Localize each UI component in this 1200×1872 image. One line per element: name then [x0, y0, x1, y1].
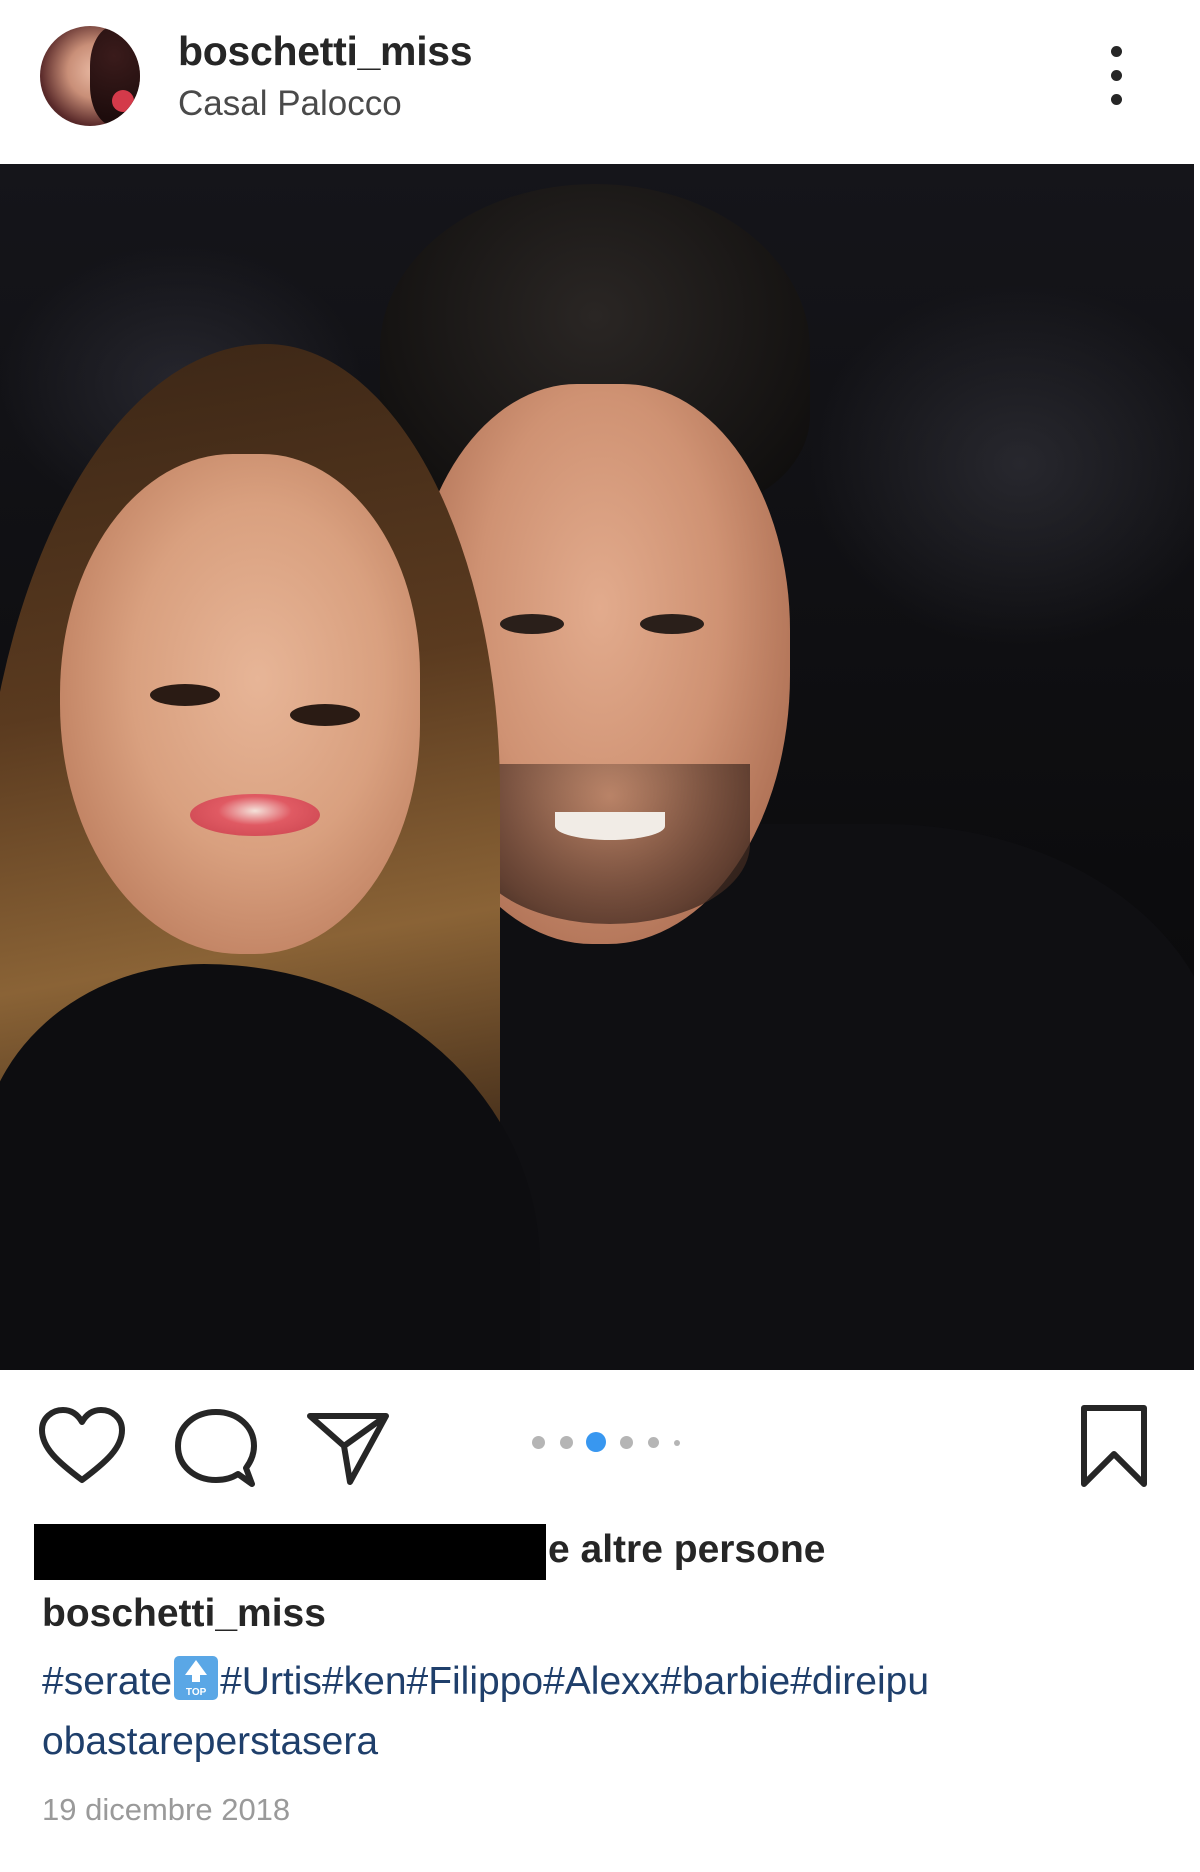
avatar[interactable]	[40, 26, 140, 126]
woman-eye-left	[150, 684, 220, 706]
comment-icon[interactable]	[174, 1408, 258, 1490]
carousel-dot	[560, 1436, 573, 1449]
more-dot	[1111, 94, 1122, 105]
woman-eye-right	[290, 704, 360, 726]
avatar-hair	[90, 26, 140, 126]
carousel-dot	[532, 1436, 545, 1449]
top-emoji-label: TOP	[185, 1687, 207, 1698]
carousel-dot-active	[586, 1432, 606, 1452]
likes-row: e altre persone	[34, 1524, 894, 1582]
bookmark-icon[interactable]	[1078, 1404, 1150, 1490]
man-eye-right	[640, 614, 704, 634]
man-beard	[470, 764, 750, 924]
post-location[interactable]: Casal Palocco	[178, 84, 402, 124]
more-dot	[1111, 70, 1122, 81]
caption-username[interactable]: boschetti_miss	[42, 1592, 326, 1636]
post-photo[interactable]	[0, 164, 1194, 1370]
avatar-accent	[112, 90, 134, 112]
caption-hashtags: #serate TOP #Urtis#ken#Filippo#Alexx#barbi…	[42, 1652, 1162, 1772]
post-date: 19 dicembre 2018	[42, 1792, 291, 1827]
hashtag-serate[interactable]: #serate	[42, 1660, 172, 1703]
post-username[interactable]: boschetti_miss	[178, 28, 473, 75]
man-eye-left	[500, 614, 564, 634]
top-arrow-icon: TOP	[174, 1656, 219, 1700]
carousel-dot	[674, 1440, 680, 1446]
likes-suffix[interactable]: e altre persone	[548, 1528, 825, 1572]
carousel-indicator	[532, 1432, 702, 1452]
send-icon[interactable]	[306, 1408, 390, 1488]
man-smile	[555, 812, 665, 840]
woman-lips	[190, 794, 320, 836]
carousel-dot	[620, 1436, 633, 1449]
more-options-icon[interactable]	[1096, 46, 1140, 110]
heart-icon[interactable]	[38, 1406, 126, 1486]
woman-face	[60, 454, 420, 954]
redacted-likers	[34, 1524, 546, 1580]
carousel-dot	[648, 1437, 659, 1448]
more-dot	[1111, 46, 1122, 57]
post-header: boschetti_miss Casal Palocco	[0, 0, 1200, 163]
